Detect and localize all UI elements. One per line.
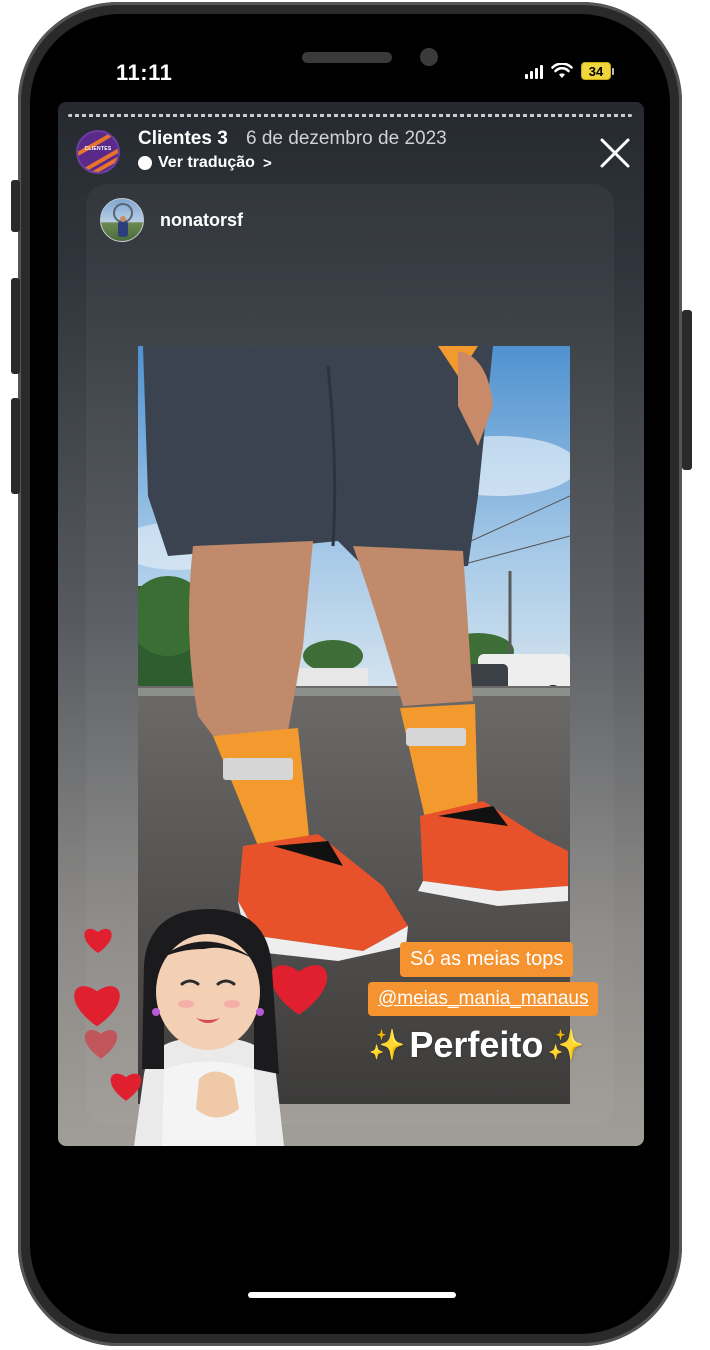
sparkles-icon: ✨	[547, 1028, 585, 1062]
mute-switch	[11, 180, 20, 232]
sparkles-icon: ✨	[368, 1028, 406, 1062]
notch	[184, 40, 518, 86]
home-indicator[interactable]	[248, 1292, 456, 1298]
caption-line-1: Só as meias tops	[400, 942, 574, 977]
account-avatar[interactable]: CLIENTES	[76, 130, 120, 174]
shared-post-username[interactable]: nonatorsf	[160, 210, 243, 231]
highlight-label: Perfeito	[409, 1024, 544, 1065]
speaker	[302, 52, 392, 63]
power-button	[682, 310, 692, 470]
status-time: 11:11	[116, 60, 173, 85]
front-camera	[420, 48, 438, 66]
wifi-icon	[551, 63, 573, 78]
speech-bubble-icon	[138, 156, 152, 170]
mention-link[interactable]: @meias_mania_manaus	[368, 982, 599, 1016]
close-icon[interactable]	[598, 136, 632, 170]
cellular-signal-icon	[525, 63, 543, 79]
story-progress-bar	[68, 114, 632, 117]
avatar-label: CLIENTES	[84, 146, 112, 152]
volume-up-button	[11, 278, 20, 374]
story-viewer[interactable]: CLIENTES Clientes 3 6 de dezembro de 202…	[58, 102, 644, 1146]
volume-down-button	[11, 398, 20, 494]
avatar-sticker	[134, 909, 284, 1146]
battery-level: 34	[581, 62, 611, 80]
story-date: 6 de dezembro de 2023	[246, 128, 447, 149]
chevron-right-icon: >	[262, 154, 272, 172]
phone-screen: 11:11 34 CLIENTES Clientes 3 6 de dezemb…	[58, 40, 644, 1308]
see-translation-label: Ver tradução	[158, 154, 255, 171]
status-icons: 34	[525, 62, 614, 80]
shared-post-avatar[interactable]	[100, 198, 144, 242]
see-translation-link[interactable]: Ver tradução >	[138, 154, 272, 172]
battery-icon: 34	[581, 62, 614, 80]
highlight-text: ✨ Perfeito ✨	[368, 1024, 585, 1066]
story-account-name[interactable]: Clientes 3	[138, 128, 228, 150]
